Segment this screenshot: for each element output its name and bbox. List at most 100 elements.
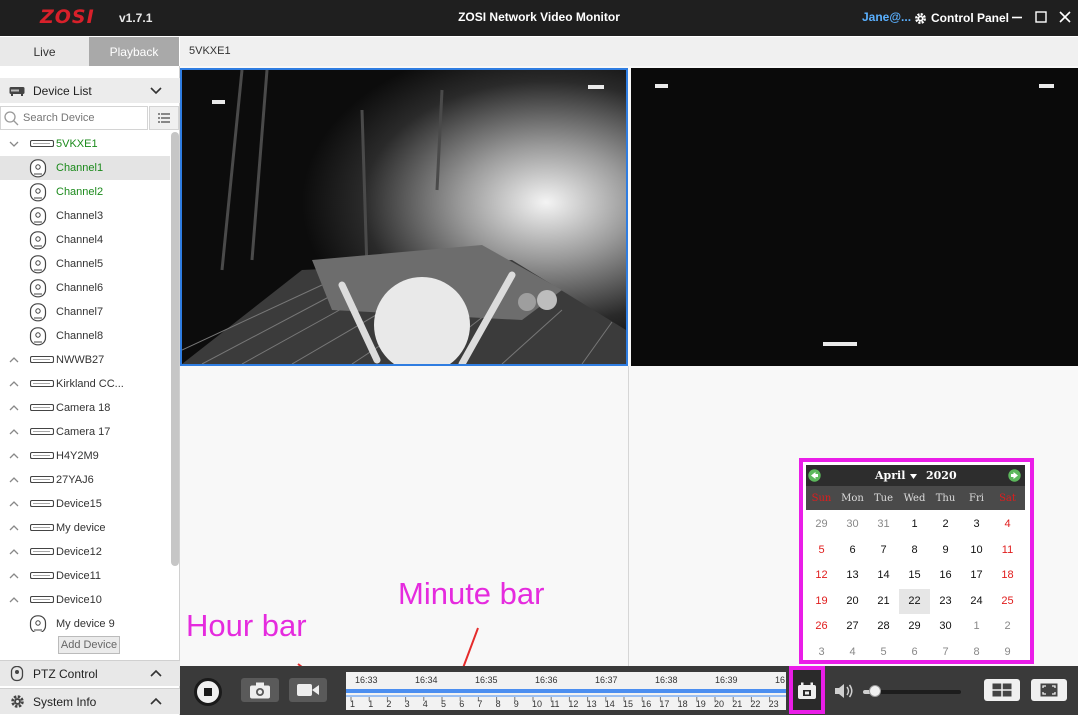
layout-button[interactable] — [984, 679, 1020, 701]
tree-device[interactable]: Device15 — [0, 492, 170, 516]
calendar-day[interactable]: 30 — [837, 512, 868, 537]
tree-channel[interactable]: Channel7 — [0, 300, 170, 324]
calendar-day[interactable]: 2 — [930, 512, 961, 537]
timeline[interactable]: 16:33 16:34 16:35 16:36 16:37 16:38 16:39 16 11… — [346, 672, 786, 710]
calendar-day[interactable]: 11 — [992, 538, 1023, 563]
chevron-up-icon[interactable] — [8, 403, 20, 413]
fullscreen-button[interactable] — [1031, 679, 1067, 701]
chevron-up-icon[interactable] — [8, 571, 20, 581]
calendar-day[interactable]: 15 — [899, 563, 930, 588]
calendar-day[interactable]: 4 — [992, 512, 1023, 537]
maximize-button[interactable] — [1030, 6, 1052, 28]
calendar-day[interactable]: 5 — [868, 640, 899, 665]
calendar-day[interactable]: 22 — [899, 588, 930, 614]
calendar-day[interactable]: 8 — [961, 640, 992, 665]
tree-channel[interactable]: Channel5 — [0, 252, 170, 276]
calendar-day[interactable]: 5 — [806, 538, 837, 563]
tree-device[interactable]: NWWB27 — [0, 348, 170, 372]
close-button[interactable] — [1054, 6, 1076, 28]
chevron-up-icon[interactable] — [8, 427, 20, 437]
calendar-day[interactable]: 12 — [806, 563, 837, 588]
snapshot-button[interactable] — [241, 678, 279, 702]
calendar-day[interactable]: 7 — [868, 538, 899, 563]
chevron-up-icon[interactable] — [8, 523, 20, 533]
tree-channel[interactable]: Channel1 — [0, 156, 170, 180]
add-device-button[interactable]: Add Device — [58, 636, 120, 654]
calendar-day[interactable]: 10 — [961, 538, 992, 563]
calendar-day[interactable]: 6 — [899, 640, 930, 665]
calendar-year[interactable]: 2020 — [926, 469, 957, 482]
calendar-day[interactable]: 13 — [837, 563, 868, 588]
calendar-day[interactable]: 3 — [806, 640, 837, 665]
calendar-day[interactable]: 31 — [868, 512, 899, 537]
calendar-day[interactable]: 2 — [992, 614, 1023, 639]
calendar-day[interactable]: 9 — [992, 640, 1023, 665]
calendar-day[interactable]: 8 — [899, 538, 930, 563]
tree-device[interactable]: Kirkland CC... — [0, 372, 170, 396]
tree-device[interactable]: 5VKXE1 — [0, 132, 170, 156]
volume-icon[interactable] — [834, 682, 854, 700]
tree-channel[interactable]: Channel6 — [0, 276, 170, 300]
calendar-day[interactable]: 30 — [930, 614, 961, 639]
calendar-day[interactable]: 20 — [837, 589, 868, 614]
calendar-day[interactable]: 9 — [930, 538, 961, 563]
control-panel-button[interactable]: Control Panel — [914, 9, 1009, 27]
calendar-day[interactable]: 18 — [992, 563, 1023, 588]
user-name[interactable]: Jane@... — [862, 10, 911, 24]
tree-device[interactable]: H4Y2M9 — [0, 444, 170, 468]
tree-device[interactable]: Camera 17 — [0, 420, 170, 444]
calendar-day[interactable]: 21 — [868, 589, 899, 614]
chevron-up-icon[interactable] — [8, 499, 20, 509]
calendar-day[interactable]: 6 — [837, 538, 868, 563]
ptz-control-header[interactable]: PTZ Control — [0, 660, 180, 686]
calendar-day[interactable]: 26 — [806, 614, 837, 639]
calendar-day[interactable]: 28 — [868, 614, 899, 639]
tree-channel[interactable]: My device 9 — [0, 612, 170, 632]
record-button[interactable] — [289, 678, 327, 702]
tree-device[interactable]: Device11 — [0, 564, 170, 588]
chevron-up-icon[interactable] — [8, 595, 20, 605]
calendar-day[interactable]: 1 — [961, 614, 992, 639]
calendar-button[interactable] — [789, 666, 825, 714]
chevron-up-icon[interactable] — [8, 379, 20, 389]
chevron-up-icon[interactable] — [8, 451, 20, 461]
video-cell-1[interactable] — [180, 68, 628, 366]
chevron-up-icon[interactable] — [8, 547, 20, 557]
calendar-day[interactable]: 23 — [930, 589, 961, 614]
tab-live[interactable]: Live — [0, 37, 89, 66]
tree-channel[interactable]: Channel8 — [0, 324, 170, 348]
minute-bar[interactable] — [346, 689, 786, 693]
calendar-day[interactable]: 16 — [930, 563, 961, 588]
calendar-day[interactable]: 24 — [961, 589, 992, 614]
volume-slider-handle[interactable] — [868, 685, 881, 697]
sidebar-scrollbar[interactable] — [171, 132, 179, 566]
chevron-up-icon[interactable] — [8, 355, 20, 365]
stop-button[interactable] — [194, 678, 222, 706]
tree-channel[interactable]: Channel3 — [0, 204, 170, 228]
calendar-day[interactable]: 3 — [961, 512, 992, 537]
system-info-header[interactable]: System Info — [0, 688, 180, 714]
calendar-day[interactable]: 29 — [899, 614, 930, 639]
chevron-up-icon[interactable] — [8, 475, 20, 485]
tree-device[interactable]: 27YAJ6 — [0, 468, 170, 492]
tab-playback[interactable]: Playback — [89, 37, 179, 66]
calendar-day[interactable]: 29 — [806, 512, 837, 537]
calendar-day[interactable]: 17 — [961, 563, 992, 588]
next-month-icon[interactable] — [1008, 469, 1021, 482]
calendar-day[interactable]: 19 — [806, 589, 837, 614]
tree-channel[interactable]: Channel2 — [0, 180, 170, 204]
minimize-button[interactable] — [1006, 6, 1028, 28]
search-input[interactable] — [21, 109, 145, 127]
video-cell-2[interactable] — [631, 68, 1078, 366]
tree-device[interactable]: Camera 18 — [0, 396, 170, 420]
calendar-day[interactable]: 25 — [992, 589, 1023, 614]
calendar-day[interactable]: 1 — [899, 512, 930, 537]
tree-device[interactable]: Device12 — [0, 540, 170, 564]
calendar-day[interactable]: 27 — [837, 614, 868, 639]
tree-device[interactable]: Device10 — [0, 588, 170, 612]
calendar-month[interactable]: April — [875, 469, 905, 482]
calendar-day[interactable]: 14 — [868, 563, 899, 588]
list-view-button[interactable] — [149, 106, 179, 130]
tree-channel[interactable]: Channel4 — [0, 228, 170, 252]
calendar-day[interactable]: 7 — [930, 640, 961, 665]
